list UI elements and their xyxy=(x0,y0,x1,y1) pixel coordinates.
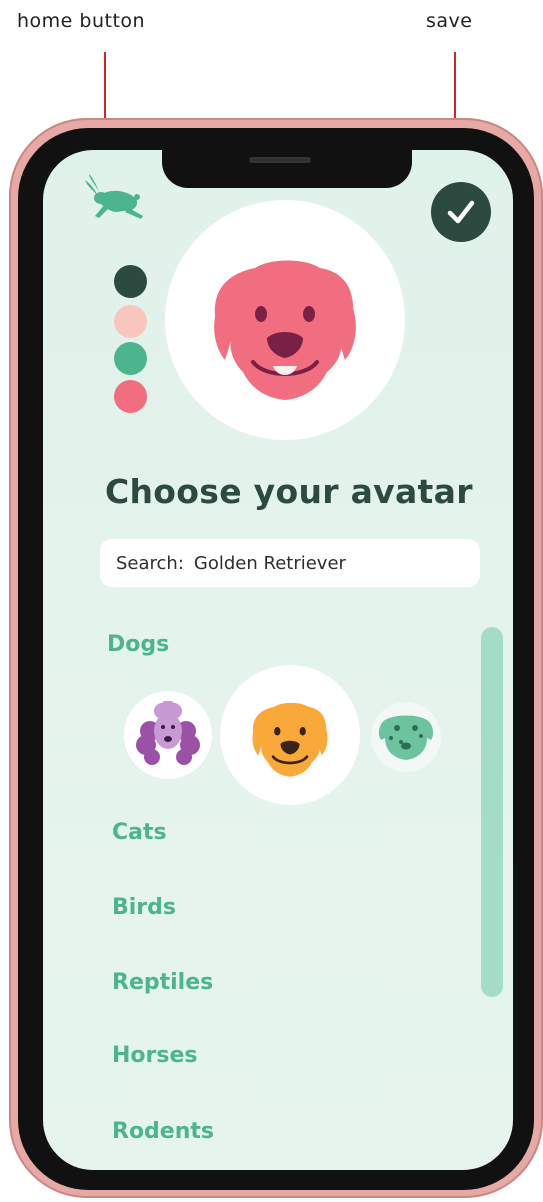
search-label: Search: xyxy=(116,552,184,574)
color-swatch-light-pink[interactable] xyxy=(114,305,147,338)
search-value: Golden Retriever xyxy=(193,552,346,574)
scrollbar[interactable] xyxy=(481,627,503,997)
category-rodents[interactable]: Rodents xyxy=(112,1119,214,1144)
poodle-icon xyxy=(136,701,200,765)
home-button-annotation: home button xyxy=(17,10,146,32)
page-title: Choose your avatar xyxy=(105,472,473,511)
dog-option-dalmatian[interactable] xyxy=(371,702,441,772)
phone-speaker xyxy=(249,157,311,163)
avatar-preview xyxy=(165,200,405,440)
golden-retriever-icon xyxy=(252,702,328,777)
category-cats[interactable]: Cats xyxy=(112,820,167,845)
golden-retriever-icon xyxy=(214,260,356,400)
dog-option-golden-retriever[interactable] xyxy=(220,665,360,805)
color-swatch-green[interactable] xyxy=(114,342,147,375)
color-swatch-dark-green[interactable] xyxy=(114,265,147,298)
category-dogs[interactable]: Dogs xyxy=(107,632,169,657)
category-reptiles[interactable]: Reptiles xyxy=(112,970,213,995)
color-swatch-coral-pink[interactable] xyxy=(114,380,147,413)
search-input[interactable]: Search: Golden Retriever xyxy=(100,539,480,587)
dalmatian-icon xyxy=(378,715,434,760)
category-horses[interactable]: Horses xyxy=(112,1043,198,1068)
category-birds[interactable]: Birds xyxy=(112,895,176,920)
dog-option-poodle[interactable] xyxy=(124,691,212,779)
save-annotation: save xyxy=(426,10,473,32)
save-button[interactable] xyxy=(431,182,491,242)
home-button[interactable] xyxy=(81,170,145,224)
app-screen: Choose your avatar Search: Golden Retrie… xyxy=(43,150,513,1170)
phone-notch xyxy=(162,150,412,188)
checkmark-icon xyxy=(447,200,475,224)
rabbit-icon xyxy=(85,174,143,219)
